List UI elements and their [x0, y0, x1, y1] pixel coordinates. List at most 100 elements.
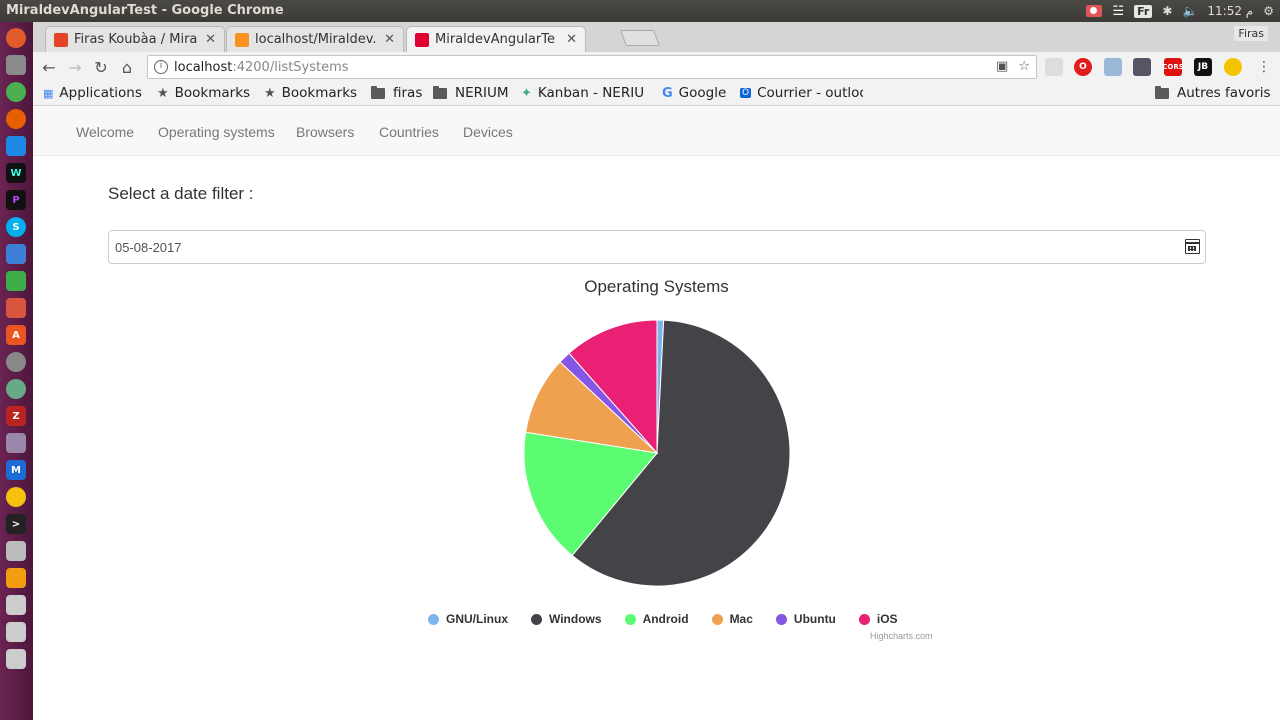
writer-icon[interactable] — [6, 244, 26, 264]
bookmark-label: Applications — [59, 85, 142, 101]
url-host: localhost — [174, 59, 233, 75]
legend-label: GNU/Linux — [446, 612, 508, 626]
close-icon[interactable]: ✕ — [205, 32, 216, 47]
tools-icon[interactable] — [1133, 58, 1151, 76]
terminal-icon[interactable]: > — [6, 514, 26, 534]
angular-icon — [415, 32, 429, 47]
screenshot-icon[interactable] — [6, 541, 26, 561]
chrome-icon[interactable] — [6, 82, 26, 102]
screen-recorder-icon[interactable] — [1086, 5, 1103, 17]
back-arrow-icon[interactable]: ← — [38, 56, 60, 78]
wifi-icon[interactable]: ☱ — [1112, 4, 1124, 19]
volume-icon[interactable]: 🔈 — [1182, 4, 1197, 18]
vscode-icon[interactable] — [6, 136, 26, 156]
legend-item-android[interactable]: Android — [624, 612, 689, 626]
menu-icon[interactable]: ⋮ — [1253, 56, 1275, 78]
bookmark-label: Bookmarks — [281, 85, 358, 101]
bookmark-folder-nerium[interactable]: NERIUM — [433, 85, 509, 101]
browser-toolbar: ← → ↻ ⌂ i localhost :4200/listSystems ▣ … — [33, 52, 1280, 82]
legend-item-ios[interactable]: iOS — [858, 612, 898, 626]
app-launcher: W P S A Z M > — [0, 22, 33, 720]
tab-phpmyadmin[interactable]: localhost/Miraldev. ✕ — [226, 26, 404, 52]
bookmark-other-favorites[interactable]: Autres favoris — [1155, 85, 1271, 101]
profile-button[interactable]: Firas — [1234, 26, 1268, 41]
firefox-icon[interactable] — [6, 109, 26, 129]
bookmark-applications[interactable]: ▦ Applications — [43, 85, 142, 101]
cors-icon[interactable]: CORS — [1162, 58, 1184, 76]
drive-icon[interactable] — [6, 649, 26, 669]
apps-grid-icon: ▦ — [43, 86, 54, 100]
folder-icon — [1155, 85, 1169, 99]
clock[interactable]: 11:52 م — [1207, 4, 1253, 18]
close-icon[interactable]: ✕ — [384, 32, 395, 47]
bookmark-outlook[interactable]: O Courrier - outlook — [740, 85, 863, 101]
bookmark-label: Autres favoris — [1177, 85, 1271, 101]
night-mode-icon[interactable] — [1224, 58, 1242, 76]
gitlab-icon — [54, 32, 68, 47]
skype-icon[interactable]: S — [6, 217, 26, 237]
download-icon[interactable] — [1104, 58, 1122, 76]
bookmark-google[interactable]: G Google — [662, 85, 726, 101]
drive-icon[interactable] — [6, 595, 26, 615]
bookmark-star-icon[interactable]: ☆ — [1018, 59, 1030, 74]
jetbrains-icon[interactable]: JB — [1194, 58, 1212, 76]
close-icon[interactable]: ✕ — [566, 32, 577, 47]
xampp-icon — [235, 32, 249, 47]
legend-marker — [531, 613, 542, 625]
phpstorm-icon[interactable]: P — [6, 190, 26, 210]
image-viewer-icon[interactable] — [6, 433, 26, 453]
bookmark-item[interactable]: ★ Bookmarks — [264, 85, 357, 101]
bookmark-kanban[interactable]: ✦ Kanban - NERIUM — [521, 85, 644, 101]
pie-chart — [523, 319, 791, 587]
ubuntu-dash-icon[interactable] — [6, 28, 26, 48]
bookmark-folder-firas[interactable]: firas — [371, 85, 422, 101]
home-icon[interactable]: ⌂ — [116, 56, 138, 78]
files-icon[interactable] — [6, 55, 26, 75]
outlook-icon: O — [740, 88, 752, 98]
legend-item-gnu-linux[interactable]: GNU/Linux — [428, 612, 508, 626]
filezilla-icon[interactable]: Z — [6, 406, 26, 426]
highcharts-credits[interactable]: Highcharts.com — [870, 631, 933, 641]
legend-marker — [858, 613, 870, 625]
bookmark-label: firas — [393, 85, 423, 101]
mongodb-icon[interactable]: M — [6, 460, 26, 480]
drive-icon[interactable] — [6, 622, 26, 642]
legend-label: Windows — [549, 612, 602, 626]
bluetooth-icon[interactable]: ✱ — [1162, 4, 1172, 18]
impress-icon[interactable] — [6, 298, 26, 318]
forward-arrow-icon[interactable]: → — [64, 56, 86, 78]
star-icon: ★ — [264, 85, 276, 101]
bookmark-label: Google — [678, 85, 727, 101]
bookmark-item[interactable]: ★ Bookmarks — [157, 85, 250, 101]
system-settings-icon[interactable] — [6, 352, 26, 372]
software-center-icon[interactable]: A — [6, 325, 26, 345]
webstorm-icon[interactable]: W — [6, 163, 26, 183]
bookmark-label: Kanban - NERIUM — [537, 85, 644, 101]
bookmark-label: NERIUM — [455, 85, 509, 101]
legend-marker — [711, 613, 723, 625]
legend-item-ubuntu[interactable]: Ubuntu — [775, 612, 836, 626]
legend-item-windows[interactable]: Windows — [531, 612, 602, 626]
tab-title: localhost/Miraldev. — [255, 32, 377, 47]
keyboard-layout-indicator[interactable]: Fr — [1134, 4, 1153, 18]
address-bar[interactable]: i localhost :4200/listSystems ▣ ☆ — [147, 55, 1037, 79]
settings-gear-icon[interactable]: ⚙ — [1263, 4, 1274, 18]
new-tab-button[interactable] — [620, 30, 660, 46]
legend-label: Ubuntu — [793, 612, 836, 626]
info-icon[interactable]: i — [154, 60, 168, 74]
legend-item-mac[interactable]: Mac — [711, 612, 753, 626]
star-icon: ★ — [157, 85, 169, 101]
translate-icon[interactable]: ▣ — [996, 59, 1008, 74]
kanban-icon: ✦ — [521, 85, 532, 101]
calc-icon[interactable] — [6, 271, 26, 291]
tab-miraldev[interactable]: MiraldevAngularTe ✕ — [406, 26, 586, 52]
legend-marker — [775, 613, 787, 625]
tab-gitlab[interactable]: Firas Koubàa / Mira ✕ — [45, 26, 225, 52]
opera-icon[interactable]: O — [1074, 58, 1092, 76]
legend-label: iOS — [876, 612, 898, 626]
extension-icon[interactable] — [1045, 58, 1063, 76]
chromium-icon[interactable] — [6, 487, 26, 507]
reload-icon[interactable]: ↻ — [90, 56, 112, 78]
disk-icon[interactable] — [6, 379, 26, 399]
text-editor-icon[interactable] — [6, 568, 26, 588]
